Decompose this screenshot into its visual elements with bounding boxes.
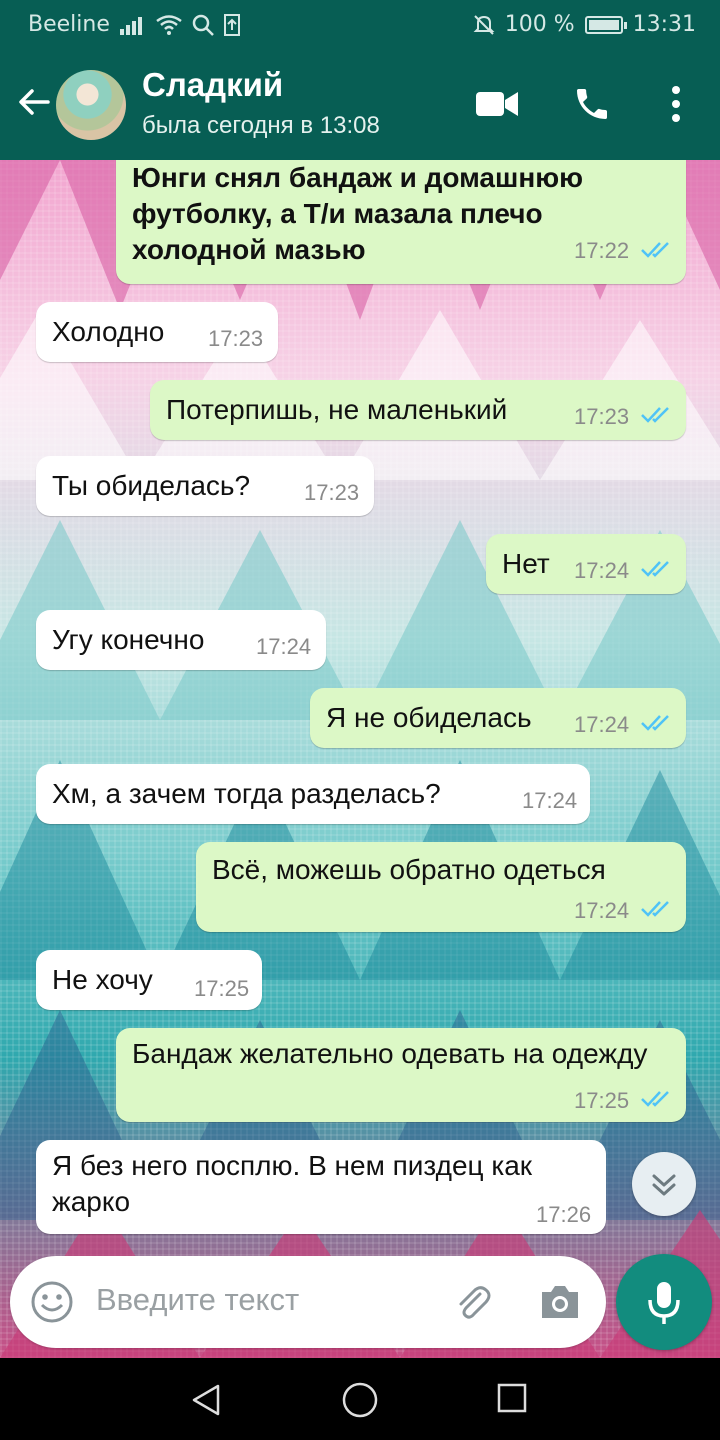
battery-icon	[584, 15, 627, 34]
nav-back-icon[interactable]	[188, 1382, 224, 1418]
contact-name[interactable]: Сладкий	[142, 66, 283, 104]
message-bubble-outgoing[interactable]: Потерпишь, не маленький 17:23	[150, 380, 686, 440]
message-time: 17:23	[208, 326, 264, 351]
message-bubble-outgoing[interactable]: Всё, можешь обратно одеться 17:24	[196, 842, 686, 932]
message-time: 17:25	[574, 1088, 630, 1113]
message-text: Бандаж желательно одевать на одежду	[132, 1038, 648, 1069]
chat-area[interactable]: Юнги снял бандаж и домашнюю футболку, а …	[0, 160, 720, 1358]
video-call-icon[interactable]	[474, 88, 520, 120]
message-input[interactable]: Введите текст	[96, 1282, 299, 1318]
mute-bell-icon	[473, 14, 495, 35]
message-time: 17:24	[256, 634, 312, 659]
double-check-icon	[641, 407, 669, 423]
mic-icon	[648, 1282, 680, 1324]
last-seen: была сегодня в 13:08	[142, 112, 380, 139]
message-time: 17:26	[536, 1202, 592, 1227]
double-check-icon	[641, 715, 669, 731]
message-time: 17:24	[574, 712, 630, 737]
battery-percent: 100 %	[504, 12, 575, 37]
phone-icon[interactable]	[572, 84, 612, 124]
chat-header: Сладкий была сегодня в 13:08	[0, 48, 720, 160]
message-time: 17:24	[522, 788, 578, 813]
nav-recents-icon[interactable]	[496, 1382, 528, 1414]
system-navigation-bar	[0, 1358, 720, 1440]
carrier-label: Beeline	[28, 12, 110, 37]
message-bubble-outgoing[interactable]: Бандаж желательно одевать на одежду 17:2…	[116, 1028, 686, 1122]
message-bubble-incoming[interactable]: Холодно 17:23	[36, 302, 278, 362]
message-time: 17:22	[574, 238, 630, 263]
message-bubble-outgoing[interactable]: Я не обиделась 17:24	[310, 688, 686, 748]
double-check-icon	[641, 901, 669, 917]
message-bubble-incoming[interactable]: Угу конечно 17:24	[36, 610, 326, 670]
avatar[interactable]	[56, 70, 126, 140]
wifi-icon	[156, 14, 182, 35]
nav-home-icon[interactable]	[340, 1380, 380, 1420]
search-status-icon	[192, 14, 214, 36]
mic-button[interactable]	[616, 1254, 712, 1350]
message-time: 17:24	[574, 898, 630, 923]
message-text: Хм, а зачем тогда разделась?	[52, 778, 441, 809]
double-check-icon	[641, 1091, 669, 1107]
emoji-icon[interactable]	[30, 1280, 74, 1324]
scroll-to-bottom-button[interactable]	[632, 1152, 696, 1216]
clock: 13:31	[632, 12, 696, 37]
chevron-double-down-icon	[652, 1174, 676, 1196]
more-vert-icon[interactable]	[664, 84, 688, 124]
message-time: 17:23	[304, 480, 360, 505]
message-composer: Введите текст	[10, 1256, 606, 1348]
double-check-icon	[641, 561, 669, 577]
message-time: 17:25	[194, 976, 250, 1001]
message-bubble-incoming[interactable]: Ты обиделась? 17:23	[36, 456, 374, 516]
upload-status-icon	[223, 13, 240, 36]
message-time: 17:24	[574, 558, 630, 583]
back-arrow-icon[interactable]	[14, 82, 54, 122]
status-bar: Beeline 100 % 13:31	[0, 0, 720, 48]
attach-icon[interactable]	[450, 1280, 496, 1326]
message-bubble-outgoing[interactable]: Нет 17:24	[486, 534, 686, 594]
camera-icon[interactable]	[538, 1282, 582, 1322]
message-text: Всё, можешь обратно одеться	[212, 854, 606, 885]
message-text: Я без него посплю. В нем пиздец как жарк…	[52, 1150, 533, 1217]
message-bubble-incoming[interactable]: Не хочу 17:25	[36, 950, 262, 1010]
message-bubble-incoming[interactable]: Я без него посплю. В нем пиздец как жарк…	[36, 1140, 606, 1234]
message-time: 17:23	[574, 404, 630, 429]
message-bubble-incoming[interactable]: Хм, а зачем тогда разделась? 17:24	[36, 764, 590, 824]
message-bubble-outgoing[interactable]: Юнги снял бандаж и домашнюю футболку, а …	[116, 160, 686, 284]
double-check-icon	[641, 242, 669, 258]
signal-icon	[119, 16, 142, 35]
